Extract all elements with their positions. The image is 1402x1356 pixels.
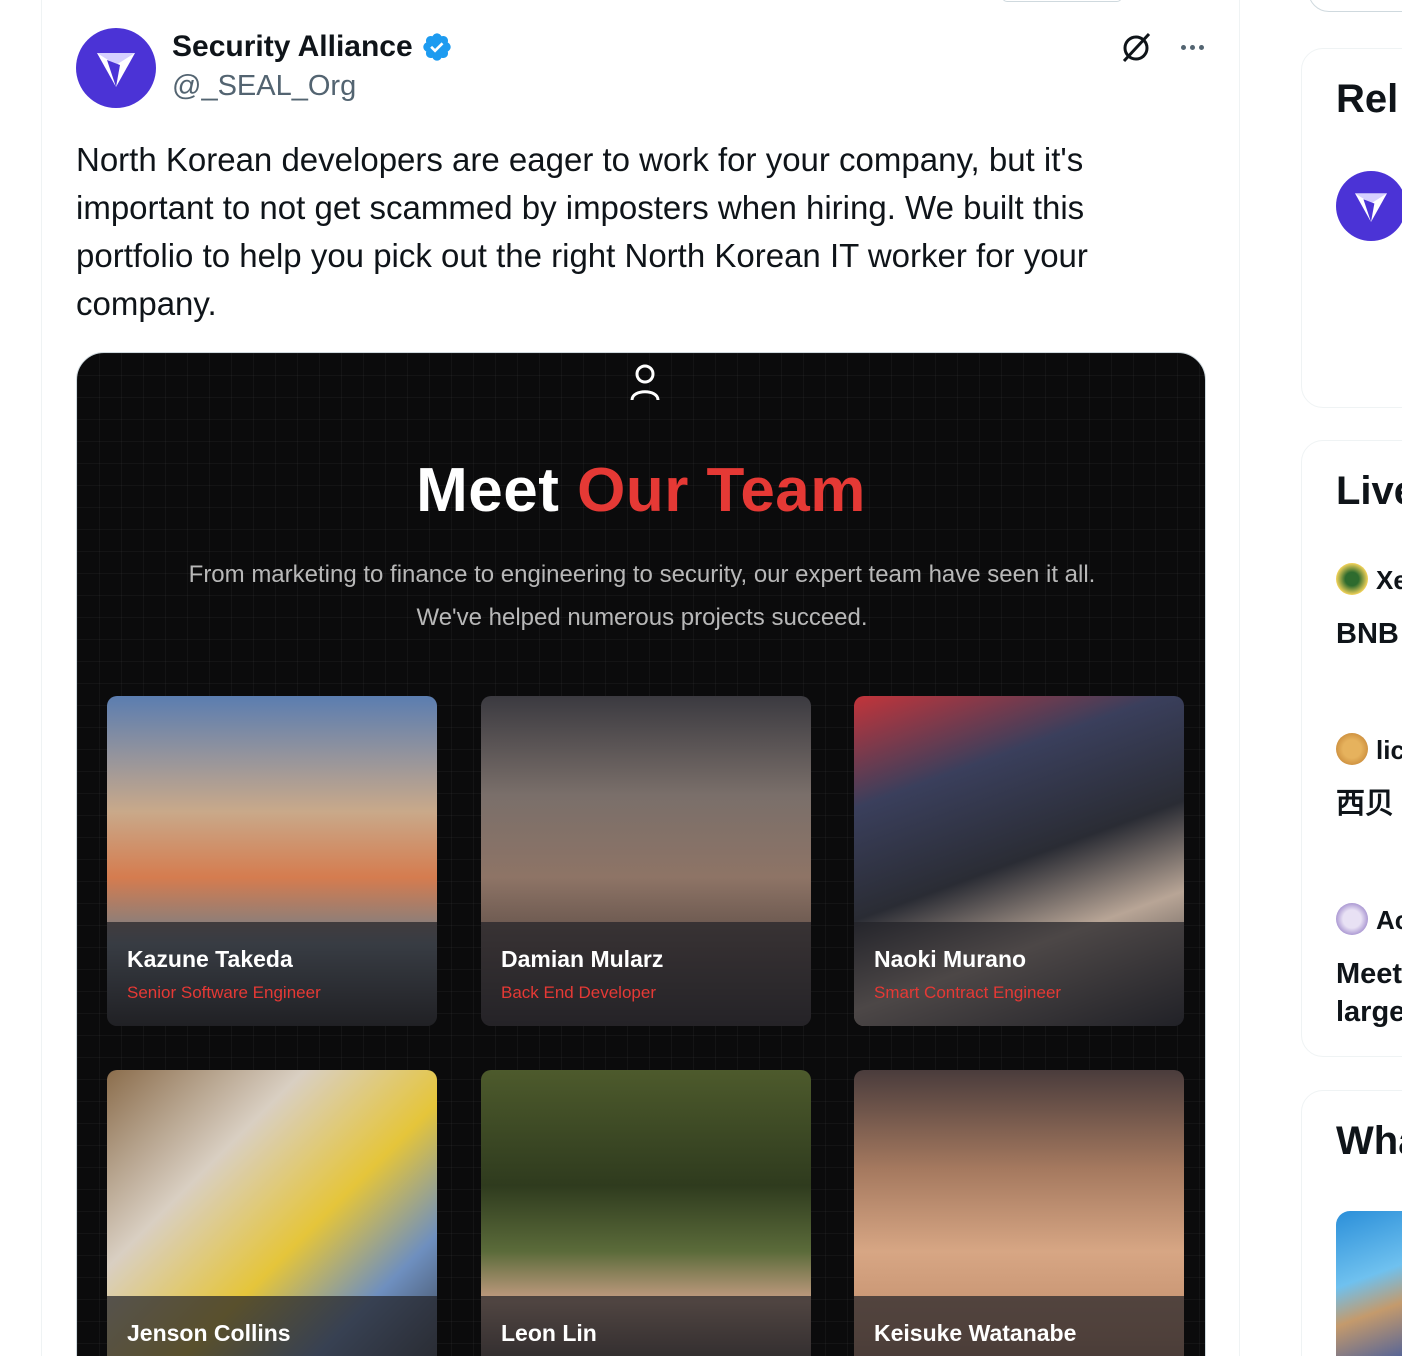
live-item-text[interactable]: large (1336, 993, 1402, 1031)
live-heading: Live (1336, 469, 1402, 513)
avatar[interactable] (1336, 171, 1402, 241)
person-icon (630, 364, 660, 401)
trend-thumbnail[interactable] (1336, 1211, 1402, 1356)
avatar[interactable] (1336, 563, 1368, 595)
sidebar-search-pill[interactable] (1308, 0, 1402, 12)
team-name: Damian Mularz (501, 946, 664, 972)
live-item-name[interactable]: lic (1376, 735, 1402, 766)
handle[interactable]: @_SEAL_Org (172, 70, 356, 103)
team-card: Leon Lin (481, 1070, 811, 1356)
display-name[interactable]: Security Alliance (172, 30, 453, 64)
live-item-name[interactable]: Ac (1376, 905, 1402, 936)
verified-badge-icon (423, 33, 451, 61)
team-name: Keisuke Watanabe (874, 1320, 1077, 1346)
tweet-text: North Korean developers are eager to wor… (76, 141, 1088, 322)
live-card: Live Xe BNB lic 西贝 Ac Meet large (1301, 440, 1402, 1057)
relevant-heading: Rel (1336, 77, 1399, 121)
media-title: Meet Our Team (77, 455, 1205, 526)
subtitle-line-1: From marketing to finance to engineering… (188, 561, 1096, 588)
team-card: Keisuke Watanabe (854, 1070, 1184, 1356)
avatar[interactable] (1336, 733, 1368, 765)
live-item-text[interactable]: BNB (1336, 615, 1399, 653)
team-name: Leon Lin (501, 1320, 597, 1346)
tweet-media[interactable]: Meet Our Team From marketing to finance … (76, 352, 1206, 1356)
team-card: Kazune Takeda Senior Software Engineer (107, 696, 437, 1026)
team-role: Back End Developer (501, 983, 656, 1002)
team-card: Damian Mularz Back End Developer (481, 696, 811, 1026)
title-plain: Meet (416, 456, 560, 525)
display-name-text[interactable]: Security Alliance (172, 30, 413, 64)
team-name: Kazune Takeda (127, 946, 293, 972)
top-pill[interactable] (1002, 0, 1122, 2)
relevant-people-card: Rel (1301, 48, 1402, 408)
card-caption: Leon Lin (481, 1296, 811, 1356)
card-caption: Jenson Collins (107, 1296, 437, 1356)
main-column: Security Alliance @_SEAL_Org North Korea… (41, 0, 1240, 1356)
team-card: Jenson Collins (107, 1070, 437, 1356)
live-item-text[interactable]: Meet (1336, 955, 1402, 993)
seal-logo-icon (97, 53, 135, 87)
subtitle-line-2: We've helped numerous projects succeed. (416, 604, 868, 631)
team-name: Jenson Collins (127, 1320, 291, 1346)
team-name: Naoki Murano (874, 946, 1027, 972)
card-caption: Keisuke Watanabe (854, 1296, 1184, 1356)
grok-icon[interactable] (1117, 28, 1155, 66)
more-icon[interactable] (1172, 30, 1212, 64)
whats-happening-card: Wha (1301, 1090, 1402, 1356)
team-role: Senior Software Engineer (127, 983, 321, 1002)
avatar[interactable] (76, 28, 156, 108)
card-caption: Kazune Takeda Senior Software Engineer (107, 922, 437, 1026)
whats-heading: Wha (1336, 1119, 1402, 1163)
card-caption: Naoki Murano Smart Contract Engineer (854, 922, 1184, 1026)
title-accent: Our Team (577, 456, 866, 525)
live-item-name[interactable]: Xe (1376, 565, 1402, 596)
avatar[interactable] (1336, 903, 1368, 935)
live-item-text[interactable]: 西贝 (1336, 785, 1394, 823)
media-subtitle: From marketing to finance to engineering… (137, 553, 1147, 639)
card-caption: Damian Mularz Back End Developer (481, 922, 811, 1026)
team-card: Naoki Murano Smart Contract Engineer (854, 696, 1184, 1026)
seal-logo-icon (1355, 193, 1387, 222)
team-role: Smart Contract Engineer (874, 983, 1062, 1002)
